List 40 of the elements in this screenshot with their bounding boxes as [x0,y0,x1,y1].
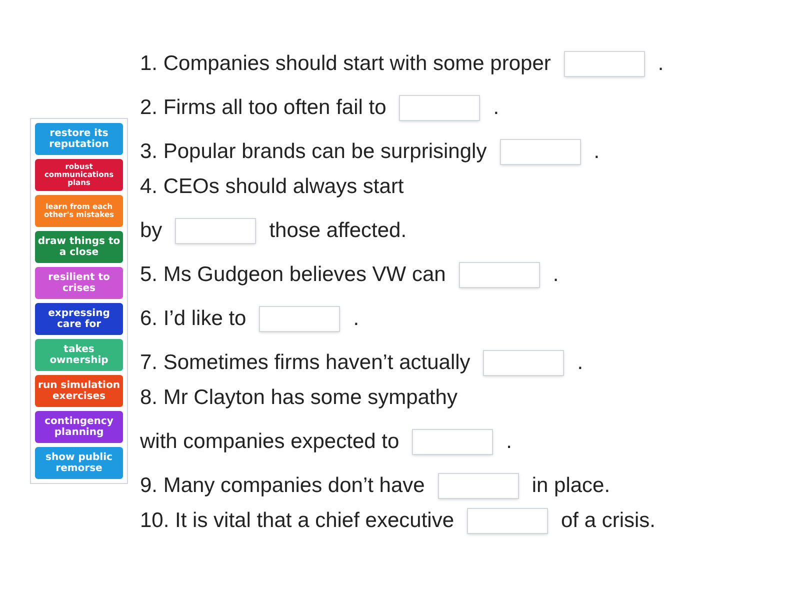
sentence-text: 6. I’d like to [140,306,246,332]
answer-blank[interactable] [500,138,581,164]
answer-blank[interactable] [467,508,548,534]
answer-tile[interactable]: run simulation exercises [35,375,123,407]
answer-tile[interactable]: draw things to a close [35,231,123,263]
sentence-text: 10. It is vital that a chief executive [140,508,454,534]
answer-blank[interactable] [564,50,645,76]
answer-blank[interactable] [458,262,540,288]
answer-blank[interactable] [438,472,519,498]
sentence-text: by [140,218,162,244]
sentence-text: . [658,50,664,77]
answer-blank[interactable] [175,218,256,244]
answer-blank[interactable] [483,350,564,376]
sentence-text: 1. Companies should start with some proper [140,50,551,77]
answer-tile[interactable]: restore its reputation [35,123,123,155]
sentence-text: . [506,428,512,455]
answer-blank[interactable] [412,428,494,454]
sentence-text: 9. Many companies don’t have [140,472,425,499]
sentence-text: 8. Mr Clayton has some sympathy [140,384,458,411]
sentence-text: those affected. [269,218,407,244]
answer-blank[interactable] [399,94,480,120]
sentence-text: 5. Ms Gudgeon believes VW can [140,262,446,288]
sentence-text: . [353,306,360,332]
sentence-text: 4. CEOs should always start [140,174,404,200]
sentence-text: . [552,262,559,288]
answer-tile[interactable]: resilient to crises [35,267,123,299]
answer-tile[interactable]: contingency planning [35,411,123,443]
sentence-text: 7. Sometimes firms haven’t actually [140,350,470,376]
sentence-text: with companies expected to [140,428,400,455]
answer-tile[interactable]: expressing care for [35,303,123,335]
sentence-text: . [594,138,600,165]
sentence-text: . [577,350,584,376]
answer-tile[interactable]: takes ownership [35,339,123,371]
sentence-text: 2. Firms all too often fail to [140,94,386,121]
sentence-text: of a crisis. [561,508,656,534]
sentence-text: in place. [532,472,610,499]
answer-blank[interactable] [259,306,340,332]
sentence-text: 3. Popular brands can be surprisingly [140,138,487,165]
answer-tile[interactable]: show public remorse [35,447,123,479]
sentence-text: . [493,94,500,121]
